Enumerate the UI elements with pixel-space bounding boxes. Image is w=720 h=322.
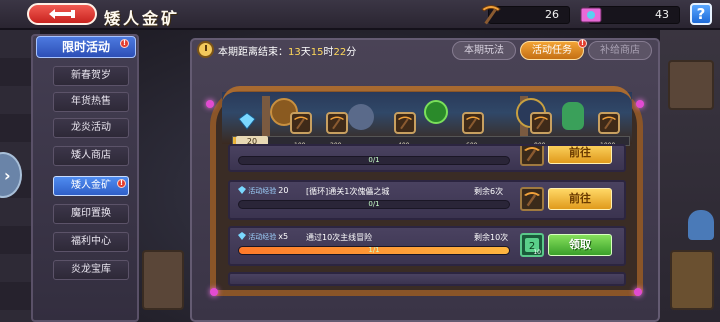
task-progress-text: 0/1 <box>368 200 380 208</box>
pickaxe-icon <box>398 116 412 130</box>
alert-badge: ! <box>117 179 126 188</box>
sidebar-item-new-year[interactable]: 新春贺岁 <box>53 66 129 86</box>
gem-lamp-icon <box>206 100 214 108</box>
gem-lamp-icon <box>636 100 644 108</box>
pickaxe-icon <box>534 116 548 130</box>
sidebar-item-dwarf-shop[interactable]: 矮人商店 <box>53 146 129 166</box>
pickaxe-icon <box>602 116 616 130</box>
background-crate <box>668 60 714 110</box>
tab-event-tasks[interactable]: 活动任务 ! <box>520 39 587 60</box>
sidebar-item-label: 矮人金矿 <box>71 180 111 191</box>
game-screen: 矮人金矿 26 43 ? 限时活动 ! 新春贺岁 年货热售 龙炎活动 矮人商店 … <box>0 0 720 322</box>
sidebar-item-welfare[interactable]: 福利中心 <box>53 232 129 252</box>
task-exp-label: 活动经验 <box>248 187 277 195</box>
countdown-hours: 15 <box>310 47 324 58</box>
task-exp-value: 20 <box>278 186 289 195</box>
task-progress-text: 1/1 <box>368 246 380 254</box>
task-exp-label: 活动经验 <box>248 233 277 241</box>
milestone-reward-icon[interactable] <box>530 112 552 134</box>
countdown-text: 本期距离结束：13天15时22分 <box>218 43 356 58</box>
background-crate <box>670 250 714 310</box>
milestone-reward-icon[interactable] <box>290 112 312 134</box>
countdown-label: 本期距离结束： <box>218 47 288 58</box>
task-claim-button[interactable]: 领取 <box>548 234 612 256</box>
tab-gameplay[interactable]: 本期玩法 <box>452 41 516 60</box>
sidebar-item-goods-sale[interactable]: 年货热售 <box>53 92 129 112</box>
pickaxe-icon <box>524 147 540 162</box>
sidebar-item-dragon-vault[interactable]: 炎龙宝库 <box>53 260 129 280</box>
gem-lamp-icon <box>634 288 642 296</box>
task-exp-badge: 活动经验 x5 <box>238 232 288 242</box>
diamond-icon <box>238 232 246 240</box>
ticket-count: 43 <box>655 8 669 21</box>
task-row <box>228 272 626 286</box>
pickaxe-counter: 26 <box>481 5 570 25</box>
mine-pillar <box>262 96 270 136</box>
back-arrow-icon <box>49 9 75 19</box>
countdown-mins-unit: 分 <box>346 47 357 58</box>
task-description: [循环]通关1次傀儡之城 <box>306 187 390 196</box>
clock-icon <box>197 41 214 58</box>
sidebar-item-dwarf-mine[interactable]: 矮人金矿 ! <box>53 176 129 196</box>
alert-badge: ! <box>578 39 587 48</box>
pickaxe-count: 26 <box>545 8 559 21</box>
task-row: 活动经验 x5 通过10次主线冒险 剩余10次 1/1 2 10 领取 <box>228 226 626 266</box>
task-remaining: 剩余6次 <box>474 187 504 196</box>
task-exp-badge: 活动经验 20 <box>238 186 288 196</box>
task-progress-bar: 1/1 <box>238 246 510 255</box>
mine-treasure-icon <box>348 104 374 130</box>
task-reward: 2 10 <box>520 233 544 257</box>
reward-count: 10 <box>533 249 541 256</box>
page-title: 矮人金矿 <box>104 9 181 28</box>
potion-icon <box>562 102 584 130</box>
tab-label: 活动任务 <box>532 45 572 56</box>
milestone-reward-icon[interactable] <box>326 112 348 134</box>
task-row: 0/1 前往 <box>228 144 626 172</box>
gem-lamp-icon <box>210 288 218 296</box>
pickaxe-icon <box>524 192 540 207</box>
sidebar-section-label: 限时活动 <box>61 40 110 54</box>
task-exp-value: x5 <box>278 232 289 241</box>
countdown-hours-unit: 时 <box>323 47 334 58</box>
mine-treasure-icon <box>424 100 448 124</box>
diamond-icon <box>238 186 246 194</box>
countdown-days: 13 <box>288 47 301 58</box>
background-character <box>688 210 714 240</box>
tab-supply-shop[interactable]: 补给商店 <box>588 41 652 60</box>
pickaxe-icon <box>481 5 501 25</box>
task-go-button[interactable]: 前往 <box>548 146 612 164</box>
task-row: 活动经验 20 [循环]通关1次傀儡之城 剩余6次 0/1 前往 <box>228 180 626 220</box>
task-go-button[interactable]: 前往 <box>548 188 612 210</box>
task-remaining: 剩余10次 <box>474 233 509 242</box>
ticket-counter: 43 <box>580 6 680 24</box>
sidebar-item-dragon-flame[interactable]: 龙炎活动 <box>53 118 129 138</box>
task-reward <box>520 187 544 211</box>
sidebar-section-title[interactable]: 限时活动 ! <box>36 36 136 58</box>
help-button[interactable]: ? <box>690 3 712 25</box>
chevron-right-icon: › <box>4 166 11 185</box>
pickaxe-icon <box>466 116 480 130</box>
pickaxe-icon <box>330 116 344 130</box>
countdown-days-unit: 天 <box>300 47 311 58</box>
task-progress-bar: 0/1 <box>238 156 510 165</box>
task-reward <box>520 146 544 166</box>
ticket-icon <box>580 7 602 23</box>
task-description: 通过10次主线冒险 <box>306 233 373 242</box>
task-progress-text: 0/1 <box>368 156 380 164</box>
pickaxe-icon <box>294 116 308 130</box>
background-crate <box>142 250 184 310</box>
diamond-icon <box>238 112 256 130</box>
countdown-mins: 22 <box>333 47 347 58</box>
milestone-reward-icon[interactable] <box>462 112 484 134</box>
sidebar-item-magic-seal[interactable]: 魔印置换 <box>53 204 129 224</box>
alert-badge: ! <box>120 39 129 48</box>
task-progress-bar: 0/1 <box>238 200 510 209</box>
milestone-reward-icon[interactable] <box>598 112 620 134</box>
back-button[interactable] <box>27 3 97 25</box>
milestone-reward-icon[interactable] <box>394 112 416 134</box>
